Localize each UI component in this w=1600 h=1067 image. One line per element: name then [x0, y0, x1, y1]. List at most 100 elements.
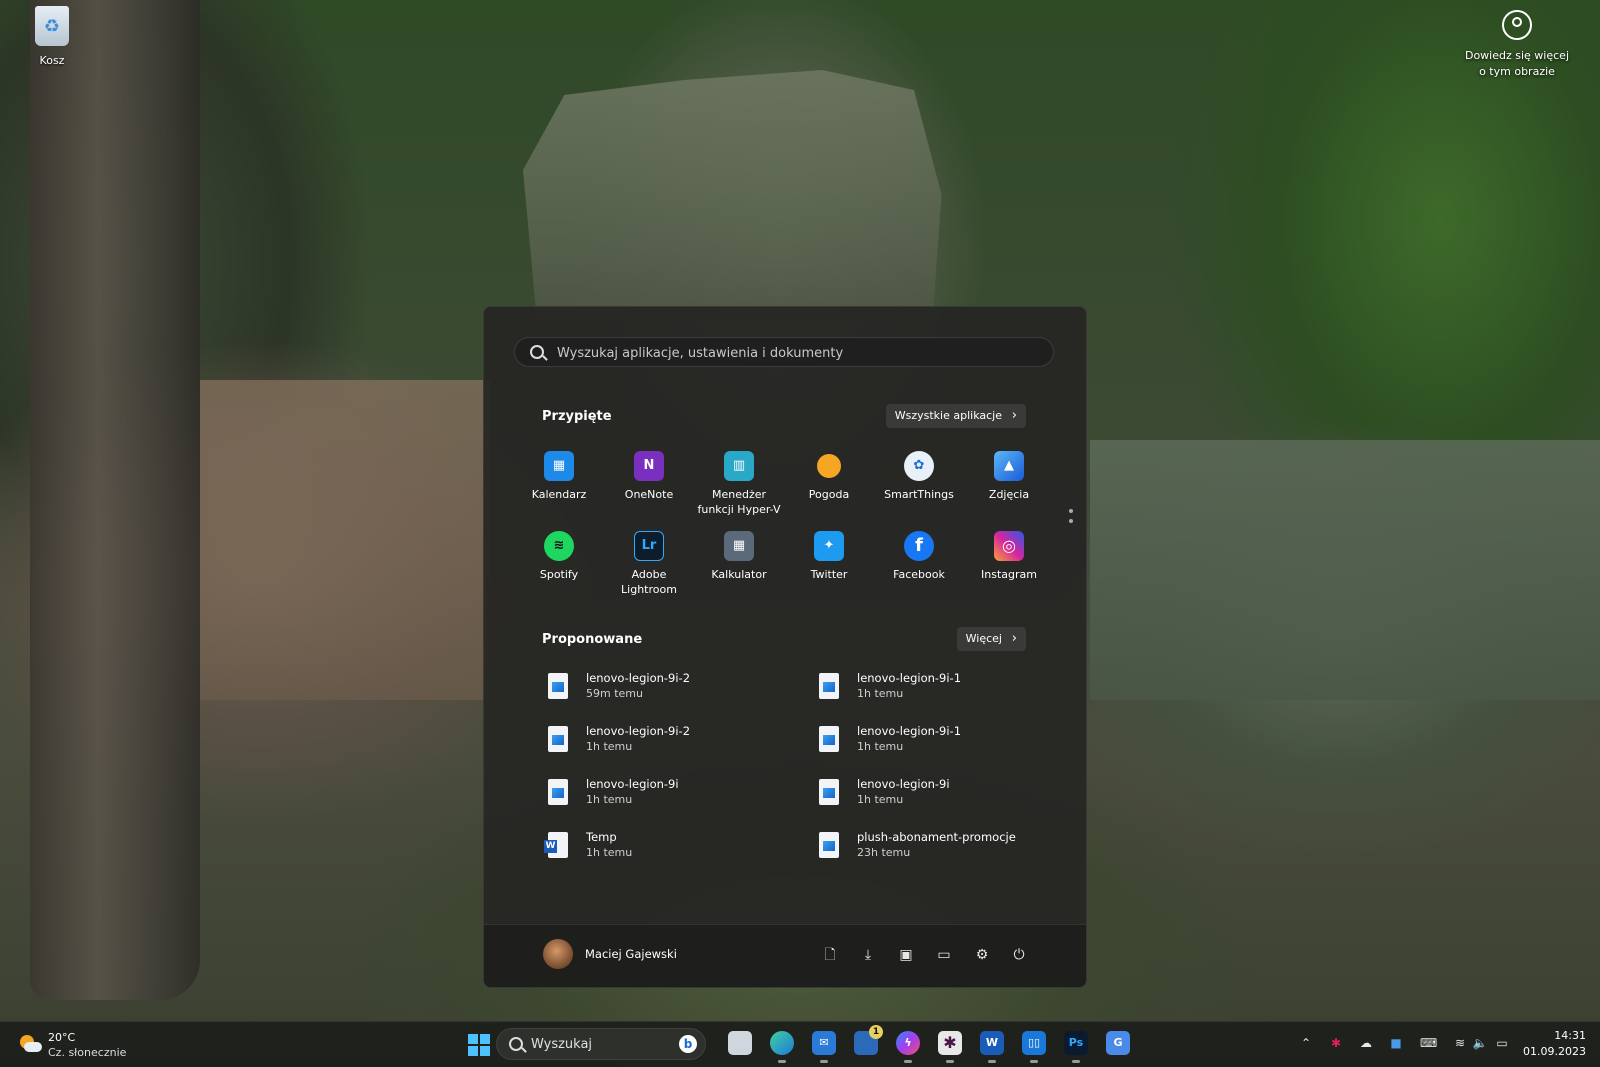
- learn-more-line1: Dowiedz się więcej: [1464, 49, 1570, 62]
- wifi-icon[interactable]: ≋: [1452, 1036, 1468, 1050]
- calculator-icon: ▦: [724, 531, 754, 561]
- start-search-input[interactable]: [555, 342, 1039, 364]
- image-file-icon: [819, 832, 839, 858]
- pinned-app-weather[interactable]: Pogoda: [784, 451, 874, 502]
- recommended-time: 1h temu: [586, 793, 633, 806]
- bing-icon[interactable]: b: [679, 1035, 697, 1053]
- recommended-name: lenovo-legion-9i-2: [586, 724, 691, 738]
- recommended-item[interactable]: Temp 1h temu: [542, 826, 782, 866]
- word-icon[interactable]: W: [980, 1031, 1004, 1063]
- image-file-icon: [819, 779, 839, 805]
- pinned-app-smartthings[interactable]: ✿ SmartThings: [874, 451, 964, 502]
- recommended-title: Proponowane: [542, 632, 643, 647]
- hyperv-icon: ▥: [724, 451, 754, 481]
- pinned-app-instagram[interactable]: ◎ Instagram: [964, 531, 1054, 582]
- pictures-icon[interactable]: ▣: [898, 947, 914, 963]
- taskbar: 20°C Cz. słonecznie Wyszukaj b ✉ 1 ϟ ✱ W…: [0, 1021, 1600, 1067]
- recommended-item[interactable]: lenovo-legion-9i-1 1h temu: [813, 720, 1053, 760]
- pinned-app-label-line2: Lightroom: [621, 583, 677, 596]
- recommended-time: 1h temu: [857, 687, 904, 700]
- page-indicator[interactable]: [1069, 509, 1073, 529]
- twitter-icon: ✦: [814, 531, 844, 561]
- taskbar-search[interactable]: Wyszukaj b: [496, 1028, 706, 1060]
- learn-about-picture[interactable]: Dowiedz się więcej o tym obrazie: [1452, 10, 1582, 80]
- search-icon: [509, 1037, 523, 1051]
- task-view-icon[interactable]: [728, 1031, 752, 1055]
- learn-more-line2: o tym obrazie: [1479, 65, 1555, 78]
- start-footer: Maciej Gajewski 🗋 ⤓ ▣ ▭ ⚙ ⏻: [484, 924, 1086, 987]
- smartthings-icon: ✿: [904, 451, 934, 481]
- pinned-app-onenote[interactable]: N OneNote: [604, 451, 694, 502]
- clock-time: 14:31: [1554, 1029, 1586, 1042]
- recommended-name: Temp: [586, 830, 617, 844]
- pinned-app-photos[interactable]: ▲ Zdjęcia: [964, 451, 1054, 502]
- image-file-icon: [819, 726, 839, 752]
- more-button[interactable]: Więcej: [956, 627, 1026, 651]
- recommended-name: lenovo-legion-9i-2: [586, 671, 691, 685]
- pinned-app-label: SmartThings: [884, 488, 954, 501]
- defender-icon[interactable]: ■: [1388, 1036, 1404, 1050]
- onedrive-icon[interactable]: ☁: [1358, 1036, 1374, 1050]
- chevron-up-icon[interactable]: ⌃: [1298, 1036, 1314, 1050]
- recommended-name: lenovo-legion-9i: [857, 777, 950, 791]
- recommended-item[interactable]: lenovo-legion-9i-2 1h temu: [542, 720, 782, 760]
- slack-icon[interactable]: ✱: [938, 1031, 962, 1063]
- taskbar-search-label: Wyszukaj: [531, 1037, 593, 1052]
- translate-icon[interactable]: G: [1106, 1031, 1130, 1055]
- trello-icon[interactable]: ▯▯: [1022, 1031, 1046, 1063]
- slack-tray-icon[interactable]: ✱: [1328, 1036, 1344, 1050]
- recommended-name: lenovo-legion-9i-1: [857, 724, 962, 738]
- pinned-app-spotify[interactable]: ≋ Spotify: [514, 531, 604, 582]
- keyboard-icon[interactable]: ⌨: [1420, 1036, 1437, 1050]
- battery-icon[interactable]: ▭: [1494, 1036, 1510, 1050]
- recommended-time: 59m temu: [586, 687, 643, 700]
- edge-icon[interactable]: [770, 1031, 794, 1063]
- onenote-icon: N: [634, 451, 664, 481]
- recommended-item[interactable]: plush-abonament-promocje 23h temu: [813, 826, 1053, 866]
- start-button[interactable]: [468, 1034, 490, 1056]
- file-explorer-icon[interactable]: ▭: [936, 947, 952, 963]
- mail-icon[interactable]: ✉: [812, 1031, 836, 1063]
- messenger-icon[interactable]: ϟ: [896, 1031, 920, 1063]
- power-icon[interactable]: ⏻: [1011, 947, 1027, 963]
- settings-icon[interactable]: ⚙: [974, 947, 990, 963]
- recommended-time: 1h temu: [857, 793, 904, 806]
- pinned-app-label: Kalendarz: [531, 488, 587, 501]
- pinned-app-hyperv[interactable]: ▥ Menedżer funkcji Hyper-V: [694, 451, 784, 517]
- pinned-app-twitter[interactable]: ✦ Twitter: [784, 531, 874, 582]
- start-search-box[interactable]: [514, 337, 1054, 367]
- recommended-item[interactable]: lenovo-legion-9i 1h temu: [813, 773, 1053, 813]
- lightroom-icon: Lr: [634, 531, 664, 561]
- avatar[interactable]: [543, 939, 573, 969]
- pinned-app-label: Twitter: [810, 568, 848, 581]
- recommended-name: plush-abonament-promocje: [857, 830, 1016, 844]
- recommended-item[interactable]: lenovo-legion-9i-1 1h temu: [813, 667, 1053, 707]
- clock[interactable]: 14:31 01.09.2023: [1523, 1028, 1586, 1060]
- user-name[interactable]: Maciej Gajewski: [585, 947, 677, 961]
- pinned-app-label: Pogoda: [808, 488, 850, 501]
- pinned-app-label: Spotify: [539, 568, 579, 581]
- store-icon[interactable]: 1: [854, 1025, 883, 1055]
- photoshop-icon[interactable]: Ps: [1064, 1031, 1088, 1063]
- photos-icon: ▲: [994, 451, 1024, 481]
- clock-date: 01.09.2023: [1523, 1045, 1586, 1058]
- recommended-item[interactable]: lenovo-legion-9i-2 59m temu: [542, 667, 782, 707]
- pinned-app-calculator[interactable]: ▦ Kalkulator: [694, 531, 784, 582]
- pinned-app-calendar[interactable]: ▦ Kalendarz: [514, 451, 604, 502]
- spotify-icon: ≋: [544, 531, 574, 561]
- recommended-time: 1h temu: [586, 846, 633, 859]
- image-file-icon: [548, 673, 568, 699]
- desktop-recycle-bin[interactable]: Kosz: [24, 6, 80, 67]
- recommended-item[interactable]: lenovo-legion-9i 1h temu: [542, 773, 782, 813]
- all-apps-button[interactable]: Wszystkie aplikacje: [885, 404, 1026, 428]
- calendar-icon: ▦: [544, 451, 574, 481]
- pinned-app-lightroom[interactable]: Lr Adobe Lightroom: [604, 531, 694, 597]
- document-icon[interactable]: 🗋: [822, 947, 838, 963]
- pinned-app-label: Menedżer: [711, 488, 767, 501]
- instagram-icon: ◎: [994, 531, 1024, 561]
- camera-icon: [1502, 10, 1532, 40]
- pinned-app-facebook[interactable]: f Facebook: [874, 531, 964, 582]
- volume-icon[interactable]: 🔈: [1472, 1036, 1488, 1050]
- download-icon[interactable]: ⤓: [860, 947, 876, 963]
- pinned-title: Przypięte: [542, 409, 612, 424]
